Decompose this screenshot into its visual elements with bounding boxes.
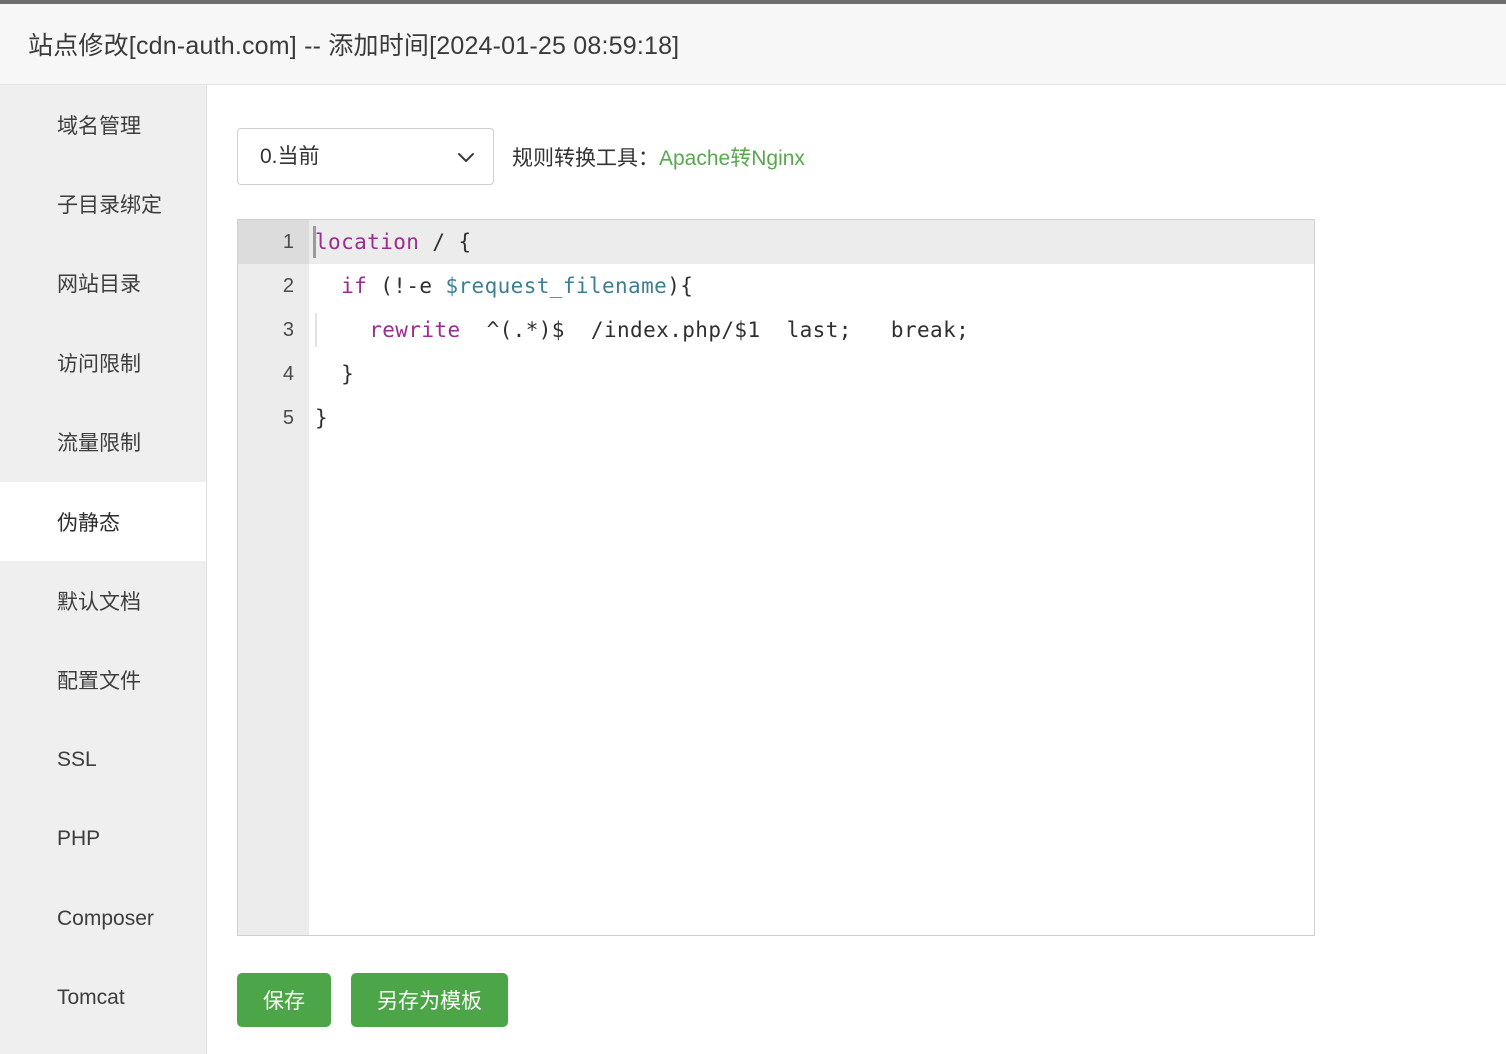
line-number: 1: [238, 220, 309, 264]
text-cursor: [313, 226, 316, 258]
code-token-plain: ){: [667, 274, 694, 298]
code-lines-container: 1 location / {2 if (!-e $request_filename…: [238, 220, 1314, 440]
save-button[interactable]: 保存: [237, 973, 331, 1027]
sidebar-item-2[interactable]: 网站目录: [0, 244, 206, 323]
sidebar-item-label: 伪静态: [57, 511, 120, 535]
gutter-filler: [238, 440, 309, 935]
sidebar-item-label: 流量限制: [57, 432, 141, 456]
sidebar-item-label: 默认文档: [57, 591, 141, 615]
save-as-template-button[interactable]: 另存为模板: [351, 973, 508, 1027]
sidebar-item-label: 配置文件: [57, 670, 141, 694]
page-title: 站点修改[cdn-auth.com] -- 添加时间[2024-01-25 08…: [28, 32, 680, 60]
site-edit-page: 站点修改[cdn-auth.com] -- 添加时间[2024-01-25 08…: [0, 0, 1506, 1054]
code-line[interactable]: 1 location / {: [238, 220, 1314, 264]
rewrite-rule-code-editor[interactable]: 1 location / {2 if (!-e $request_filename…: [237, 219, 1315, 936]
code-token-plain: / {: [419, 230, 472, 254]
sidebar-item-label: 网站目录: [57, 273, 141, 297]
sidebar-nav: 域名管理子目录绑定网站目录访问限制流量限制伪静态默认文档配置文件 SSL PHP Co…: [0, 85, 207, 1054]
line-number: 2: [238, 264, 309, 308]
sidebar-item-11[interactable]: Tomcat: [0, 958, 206, 1037]
sidebar-item-label: 域名管理: [57, 114, 141, 138]
action-button-row: 保存 另存为模板: [237, 973, 508, 1027]
sidebar-item-label: Tomcat: [57, 985, 125, 1009]
code-token-keyword: rewrite: [369, 318, 461, 342]
sidebar-item-label: Composer: [57, 906, 154, 930]
code-token-plain: }: [315, 362, 355, 386]
code-line[interactable]: 3 rewrite ^(.*)$ /index.php/$1 last; bre…: [238, 308, 1314, 352]
code-line[interactable]: 5}: [238, 396, 1314, 440]
line-number: 4: [238, 352, 309, 396]
chevron-down-icon: [455, 146, 477, 168]
editor-toolbar: 0.当前 规则转换工具： Apache转Nginx: [237, 128, 805, 185]
code-token-plain: ^(.*)$ /index.php/$1 last; break;: [460, 318, 970, 342]
sidebar-item-3[interactable]: 访问限制: [0, 323, 206, 402]
rule-template-select-value: 0.当前: [260, 145, 320, 168]
code-token-plain: }: [315, 406, 329, 430]
sidebar-item-9[interactable]: PHP: [0, 800, 206, 879]
sidebar-item-0[interactable]: 域名管理: [0, 85, 206, 164]
sidebar-item-label: 访问限制: [57, 352, 141, 376]
sidebar-item-7[interactable]: 配置文件: [0, 641, 206, 720]
code-line[interactable]: 4 }: [238, 352, 1314, 396]
sidebar-item-10[interactable]: Composer: [0, 879, 206, 958]
converter-label: 规则转换工具：: [512, 146, 659, 170]
line-number: 5: [238, 396, 309, 440]
sidebar-item-1[interactable]: 子目录绑定: [0, 164, 206, 243]
code-line-text[interactable]: }: [309, 396, 1314, 440]
sidebar-item-4[interactable]: 流量限制: [0, 403, 206, 482]
main-content: 0.当前 规则转换工具： Apache转Nginx 1 location / {2…: [207, 85, 1506, 1054]
code-line-text[interactable]: rewrite ^(.*)$ /index.php/$1 last; break…: [309, 308, 1314, 352]
code-line-text[interactable]: if (!-e $request_filename){: [309, 264, 1314, 308]
code-token-variable: $request_filename: [445, 274, 668, 298]
sidebar-item-8[interactable]: SSL: [0, 720, 206, 799]
rule-template-select[interactable]: 0.当前: [237, 128, 494, 185]
apache-to-nginx-link[interactable]: Apache转Nginx: [659, 142, 805, 172]
code-line[interactable]: 2 if (!-e $request_filename){: [238, 264, 1314, 308]
code-token-plain: (!-e: [367, 274, 446, 298]
page-body: 域名管理子目录绑定网站目录访问限制流量限制伪静态默认文档配置文件 SSL PHP Co…: [0, 85, 1506, 1054]
sidebar-item-label: PHP: [57, 827, 101, 851]
sidebar-item-6[interactable]: 默认文档: [0, 561, 206, 640]
line-number: 3: [238, 308, 309, 352]
sidebar-item-label: 子目录绑定: [57, 194, 162, 218]
code-line-text[interactable]: location / {: [309, 220, 1314, 264]
page-header: 站点修改[cdn-auth.com] -- 添加时间[2024-01-25 08…: [0, 0, 1506, 85]
code-token-keyword: location: [315, 230, 420, 254]
sidebar-item-5[interactable]: 伪静态: [0, 481, 206, 562]
code-line-text[interactable]: }: [309, 352, 1314, 396]
code-token-keyword: if: [341, 274, 368, 298]
sidebar-item-label: SSL: [57, 747, 97, 771]
